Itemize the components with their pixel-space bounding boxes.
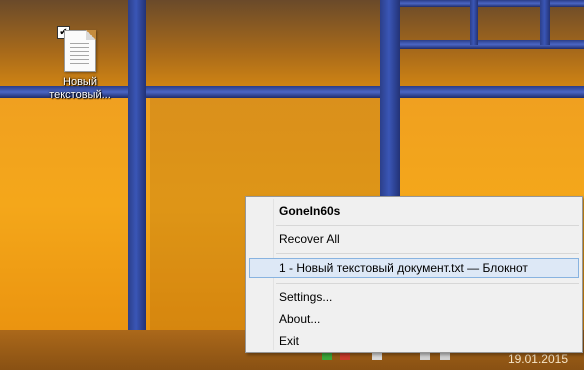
taskbar-clock[interactable]: 19.01.2015 <box>508 352 568 366</box>
menu-item-settings[interactable]: Settings... <box>249 287 579 307</box>
desktop-file-item[interactable]: ✔ Новый текстовый... <box>44 26 116 102</box>
desktop-file-label-1: Новый <box>63 76 97 88</box>
menu-item-recover-document[interactable]: 1 - Новый текстовый документ.txt — Блокн… <box>249 258 579 278</box>
menu-separator <box>276 253 579 254</box>
desktop-file-label-2: текстовый... <box>49 89 111 101</box>
menu-separator <box>276 225 579 226</box>
menu-item-recover-all[interactable]: Recover All <box>249 229 579 249</box>
text-file-icon <box>64 30 96 72</box>
menu-title: GoneIn60s <box>279 204 341 218</box>
menu-separator <box>276 283 579 284</box>
menu-item-about[interactable]: About... <box>249 309 579 329</box>
tray-context-menu: GoneIn60s Recover All 1 - Новый текстовы… <box>245 196 583 353</box>
menu-item-exit[interactable]: Exit <box>249 331 579 351</box>
